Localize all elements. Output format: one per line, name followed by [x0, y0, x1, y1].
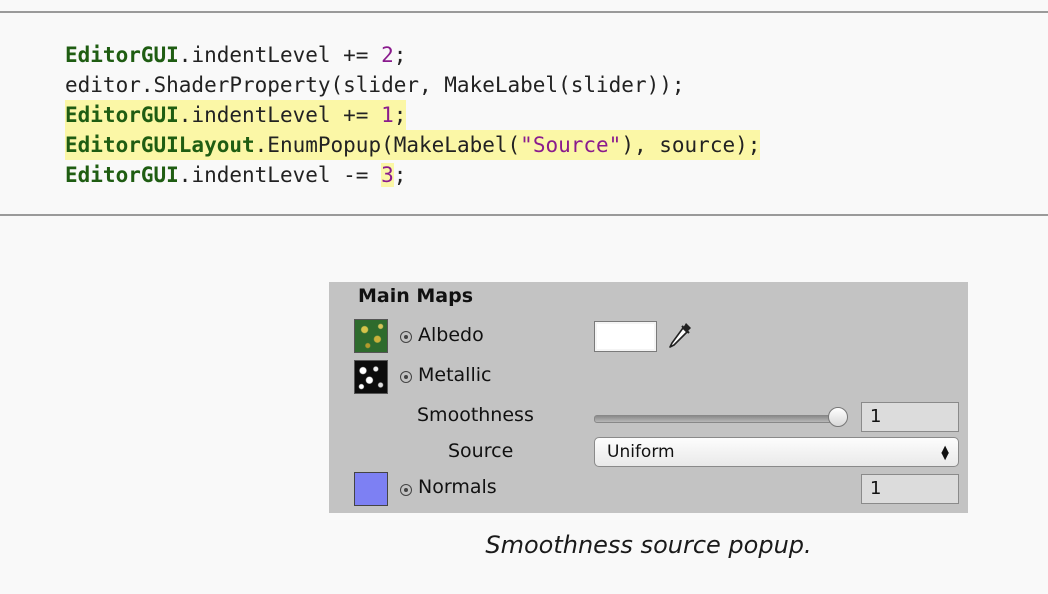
code-line-2: editor.ShaderProperty(slider, MakeLabel(…: [65, 73, 685, 97]
code-line-3: EditorGUI.indentLevel += 1;: [65, 100, 407, 130]
metallic-object-picker-icon[interactable]: [400, 371, 412, 383]
albedo-texture-icon[interactable]: [354, 319, 388, 353]
code-line-1: EditorGUI.indentLevel += 2;: [65, 43, 407, 67]
normals-texture-icon[interactable]: [354, 472, 388, 506]
albedo-label: Albedo: [418, 324, 484, 346]
normals-scale-field[interactable]: 1: [861, 474, 959, 504]
source-popup-value: Uniform: [607, 442, 675, 462]
metallic-texture-icon[interactable]: [354, 360, 388, 394]
smoothness-value-field[interactable]: 1: [861, 402, 959, 432]
source-popup[interactable]: Uniform ▲ ▼: [594, 437, 959, 467]
normals-label: Normals: [418, 476, 497, 498]
code-line-4: EditorGUILayout.EnumPopup(MakeLabel("Sou…: [65, 130, 761, 160]
smoothness-slider-thumb[interactable]: [828, 407, 848, 427]
figure-caption: Smoothness source popup.: [485, 531, 812, 559]
bottom-divider: [0, 214, 1048, 216]
code-line-5: EditorGUI.indentLevel -= 3;: [65, 163, 407, 187]
popup-arrows-icon: ▲ ▼: [941, 444, 949, 462]
code-block: EditorGUI.indentLevel += 2; editor.Shade…: [0, 12, 1048, 214]
source-label: Source: [448, 440, 514, 462]
normals-object-picker-icon[interactable]: [400, 484, 412, 496]
metallic-label: Metallic: [418, 364, 492, 386]
eyedropper-icon[interactable]: [666, 320, 694, 352]
smoothness-slider-track[interactable]: [594, 415, 846, 423]
albedo-color-field[interactable]: [594, 321, 657, 352]
albedo-object-picker-icon[interactable]: [400, 331, 412, 343]
section-title: Main Maps: [358, 285, 474, 307]
material-inspector-panel: Main Maps Albedo Metallic Smoothness 1 S…: [329, 282, 968, 513]
smoothness-label: Smoothness: [417, 404, 534, 426]
